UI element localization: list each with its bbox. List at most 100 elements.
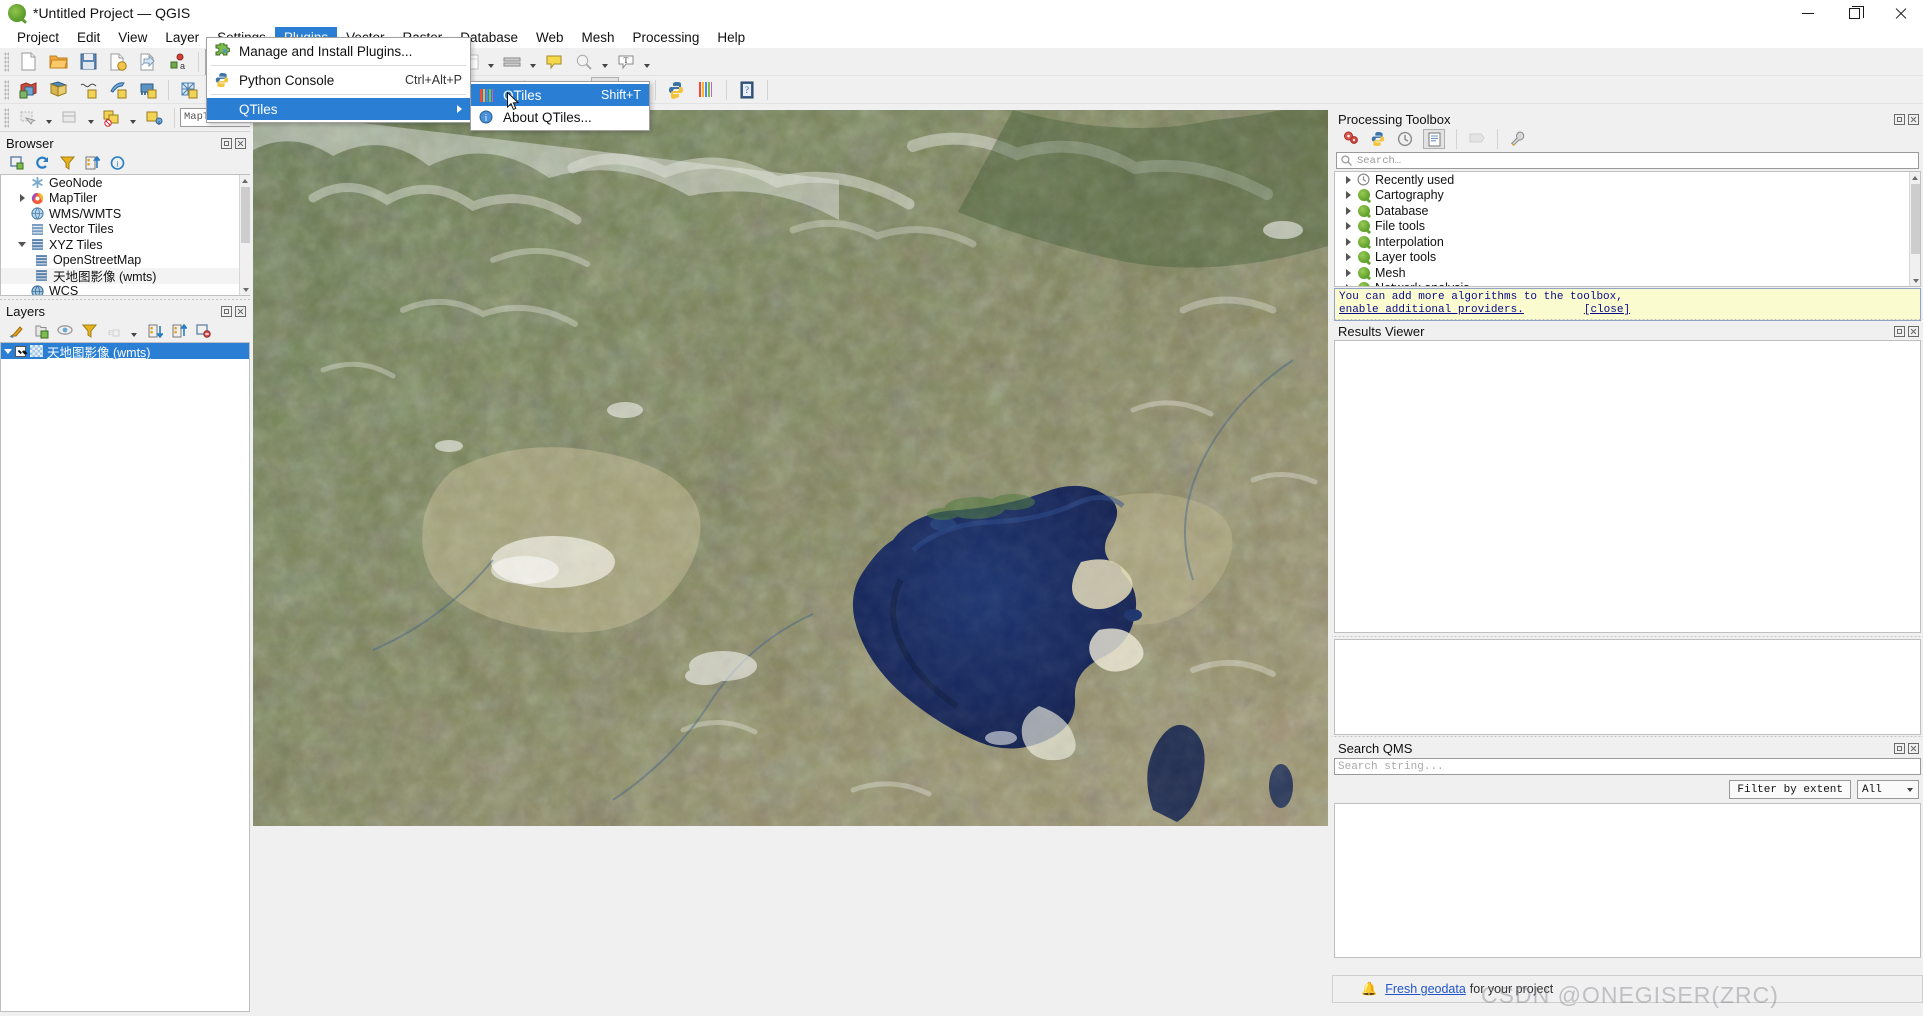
left-panel-splitter[interactable] (250, 110, 253, 1016)
history-icon[interactable] (1396, 130, 1414, 148)
results-viewer-content[interactable] (1334, 340, 1921, 633)
layers-close-button[interactable] (235, 305, 246, 317)
twisty-collapsed-icon[interactable] (1341, 284, 1355, 286)
processing-scrollbar[interactable] (1909, 172, 1920, 286)
minimize-button[interactable] (1785, 0, 1831, 26)
edit-model-icon[interactable] (1468, 130, 1486, 148)
twisty-collapsed-icon[interactable] (1341, 268, 1355, 277)
scrollbar-thumb[interactable] (241, 187, 250, 243)
deselect-features-icon[interactable] (56, 105, 84, 131)
processing-group-database[interactable]: Database (1335, 203, 1920, 219)
map-tip-icon[interactable] (540, 49, 568, 75)
select-value-icon[interactable] (140, 105, 168, 131)
processing-group-interpolation[interactable]: Interpolation (1335, 234, 1920, 250)
browser-tree-item-wcs[interactable]: WCS (1, 284, 250, 295)
qms-search-input[interactable]: Search string... (1334, 758, 1921, 775)
menu-web[interactable]: Web (527, 27, 573, 47)
text-annotation-dropdown[interactable] (641, 49, 653, 75)
field-calculator-dropdown[interactable] (485, 49, 497, 75)
browser-close-button[interactable] (235, 137, 246, 149)
layer-visibility-checkbox[interactable] (15, 345, 26, 357)
filter-legend-expression-icon[interactable]: ε (104, 322, 122, 340)
select-by-expression-icon[interactable] (98, 105, 126, 131)
run-model-icon[interactable] (1342, 130, 1360, 148)
save-project-as-icon[interactable] (104, 49, 132, 75)
add-spatialite-layer-icon[interactable] (104, 77, 132, 103)
select-by-expression-dropdown[interactable] (127, 105, 139, 131)
help-icon[interactable]: ? (733, 77, 761, 103)
add-group-icon[interactable] (32, 322, 50, 340)
processing-group-cartography[interactable]: Cartography (1335, 188, 1920, 204)
deselect-features-dropdown[interactable] (85, 105, 97, 131)
refresh-icon[interactable] (33, 154, 51, 172)
browser-tree-item-geonode[interactable]: GeoNode (1, 175, 250, 191)
collapse-all-icon[interactable] (170, 322, 188, 340)
browser-tree-item-tianditu[interactable]: 天地图影像 (wmts) (1, 268, 250, 284)
menu-view[interactable]: View (109, 27, 156, 47)
menu-project[interactable]: Project (8, 27, 68, 47)
menu-item-manage-install-plugins[interactable]: Manage and Install Plugins... (207, 40, 470, 62)
qms-results-list[interactable] (1334, 803, 1921, 958)
toolbar-grip[interactable] (4, 79, 9, 100)
layers-float-button[interactable] (221, 305, 232, 317)
new-project-icon[interactable] (14, 49, 42, 75)
add-postgis-layer-icon[interactable] (134, 77, 162, 103)
add-layer-icon[interactable] (8, 154, 26, 172)
scroll-up-button[interactable] (240, 175, 250, 186)
new-print-layout-icon[interactable] (134, 49, 162, 75)
twisty-collapsed-icon[interactable] (1341, 175, 1355, 184)
twisty-collapsed-icon[interactable] (1341, 206, 1355, 215)
twisty-collapsed-icon[interactable] (1341, 191, 1355, 200)
filter-by-extent-button[interactable]: Filter by extent (1729, 780, 1851, 799)
close-button[interactable] (1877, 0, 1923, 26)
add-vector-layer-icon[interactable] (14, 77, 42, 103)
expand-all-icon[interactable] (146, 322, 164, 340)
submenu-item-about-qtiles[interactable]: i About QTiles... (471, 106, 649, 128)
processing-group-recently-used[interactable]: Recently used (1335, 172, 1920, 188)
menu-processing[interactable]: Processing (624, 27, 709, 47)
measure-line-icon[interactable] (498, 49, 526, 75)
search-qms-float-button[interactable] (1894, 742, 1905, 754)
save-project-icon[interactable] (74, 49, 102, 75)
select-features-dropdown[interactable] (43, 105, 55, 131)
processing-group-file-tools[interactable]: File tools (1335, 219, 1920, 235)
browser-tree[interactable]: GeoNode MapTiler WMS/WMTS Vector Tiles X… (0, 174, 250, 296)
fresh-geodata-link[interactable]: Fresh geodata (1385, 982, 1466, 996)
processing-search-input[interactable]: Search… (1336, 152, 1919, 169)
submenu-item-qtiles[interactable]: QTiles Shift+T (471, 84, 649, 106)
menu-mesh[interactable]: Mesh (573, 27, 624, 47)
filter-legend-icon[interactable] (80, 322, 98, 340)
results-viewer-close-button[interactable] (1908, 325, 1919, 337)
style-manager-icon[interactable]: a (164, 49, 192, 75)
twisty-collapsed-icon[interactable] (1341, 222, 1355, 231)
properties-info-icon[interactable]: i (108, 154, 126, 172)
layers-tree[interactable]: 天地图影像 (wmts) (0, 342, 250, 1012)
manage-visibility-icon[interactable] (56, 322, 74, 340)
text-annotation-icon[interactable]: T (612, 49, 640, 75)
results-viewer-float-button[interactable] (1894, 325, 1905, 337)
browser-scrollbar[interactable] (239, 175, 250, 295)
processing-group-mesh[interactable]: Mesh (1335, 265, 1920, 281)
browser-tree-item-vector-tiles[interactable]: Vector Tiles (1, 222, 250, 238)
toolbar-grip[interactable] (4, 51, 9, 72)
toolbar-grip[interactable] (4, 107, 9, 128)
browser-tree-item-maptiler[interactable]: MapTiler (1, 191, 250, 207)
menu-help[interactable]: Help (708, 27, 754, 47)
zoom-last-icon[interactable] (570, 49, 598, 75)
qtiles-icon[interactable] (692, 77, 720, 103)
search-qms-close-button[interactable] (1908, 742, 1919, 754)
qms-type-select[interactable]: All (1857, 780, 1919, 799)
processing-group-layer-tools[interactable]: Layer tools (1335, 250, 1920, 266)
scrollbar-thumb[interactable] (1911, 184, 1920, 254)
open-layer-styling-icon[interactable] (8, 322, 26, 340)
processing-toolbox-float-button[interactable] (1894, 113, 1905, 125)
menu-layer[interactable]: Layer (156, 27, 208, 47)
processing-toolbox-close-button[interactable] (1908, 113, 1919, 125)
processing-algorithm-tree[interactable]: Recently used Cartography Database File … (1334, 171, 1921, 287)
python-icon[interactable] (1369, 130, 1387, 148)
menu-item-qtiles[interactable]: QTiles (207, 98, 470, 120)
menu-item-python-console[interactable]: Python Console Ctrl+Alt+P (207, 69, 470, 91)
twisty-collapsed-icon[interactable] (15, 194, 29, 203)
scroll-down-button[interactable] (240, 284, 250, 295)
layer-twisty-expanded-icon[interactable] (1, 348, 15, 354)
